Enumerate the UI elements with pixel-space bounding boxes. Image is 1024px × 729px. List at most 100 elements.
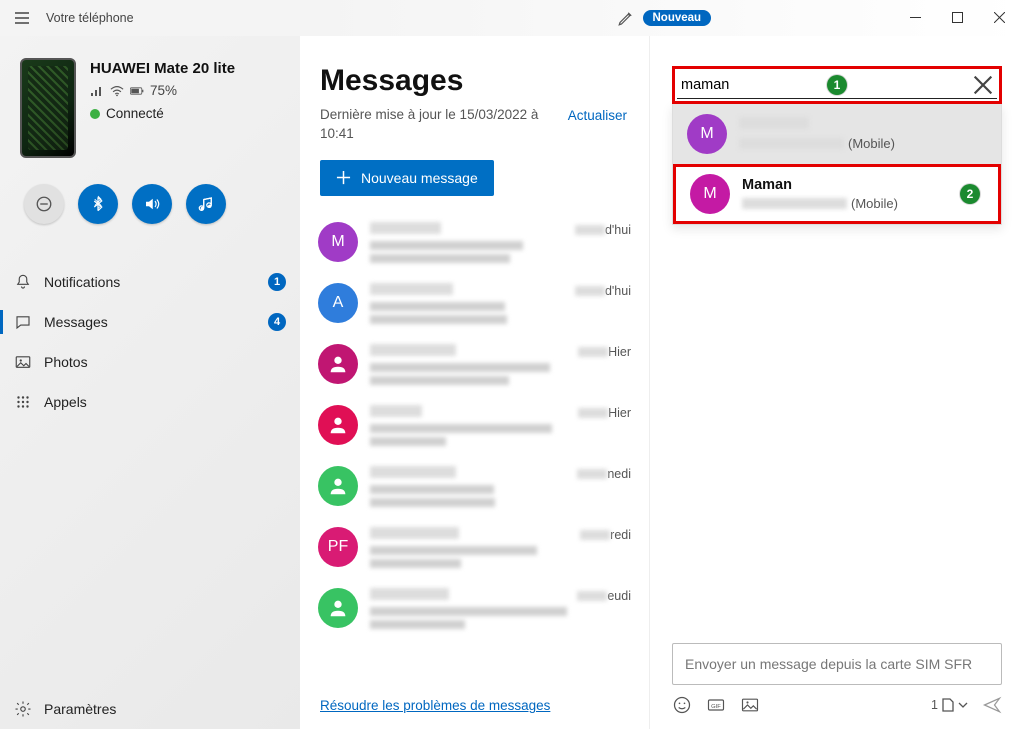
search-result[interactable]: MMaman (Mobile)2: [673, 164, 1001, 224]
status-dot-icon: [90, 109, 100, 119]
send-button[interactable]: [982, 695, 1002, 715]
search-box-highlight: 1: [672, 66, 1002, 104]
messages-panel: Messages Dernière mise à jour le 15/03/2…: [300, 36, 650, 729]
chevron-down-icon: [958, 700, 968, 710]
clear-search-button[interactable]: [973, 75, 993, 95]
avatar: [318, 588, 358, 628]
chat-icon: [14, 313, 32, 331]
sim-selector[interactable]: 1: [931, 697, 968, 713]
sidebar: HUAWEI Mate 20 lite 75% Connecté: [0, 36, 300, 729]
wifi-icon: [110, 85, 124, 97]
troubleshoot-link[interactable]: Résoudre les problèmes de messages: [320, 698, 550, 713]
menu-button[interactable]: [4, 0, 40, 36]
nav-calls[interactable]: Appels: [0, 382, 300, 422]
nav-photos[interactable]: Photos: [0, 342, 300, 382]
nav-settings[interactable]: Paramètres: [0, 689, 300, 729]
nav-messages[interactable]: Messages 4: [0, 302, 300, 342]
bell-icon: [14, 273, 32, 291]
result-name: [739, 117, 987, 133]
badge: 4: [268, 313, 286, 331]
battery-text: 75%: [150, 83, 177, 98]
dialpad-icon: [14, 393, 32, 411]
result-sub: (Mobile): [739, 136, 987, 151]
phone-name: HUAWEI Mate 20 lite: [90, 60, 235, 77]
phone-image: [20, 58, 76, 158]
contact-name-redacted: [370, 466, 456, 478]
search-results: M (Mobile)MMaman (Mobile)2: [672, 104, 1002, 225]
new-badge[interactable]: Nouveau: [643, 10, 712, 26]
status-text: Connecté: [106, 106, 164, 121]
message-preview-redacted: [370, 546, 537, 555]
maximize-button[interactable]: [936, 2, 978, 34]
message-time: nedi: [571, 467, 631, 481]
minimize-button[interactable]: [894, 2, 936, 34]
conversation-item[interactable]: Md'hui: [300, 212, 649, 273]
connection-status: Connecté: [90, 106, 235, 121]
badge: 1: [268, 273, 286, 291]
bluetooth-button[interactable]: [78, 184, 118, 224]
avatar: [318, 344, 358, 384]
conversation-item[interactable]: Ad'hui: [300, 273, 649, 334]
compose-placeholder: Envoyer un message depuis la carte SIM S…: [685, 656, 972, 672]
music-button[interactable]: [186, 184, 226, 224]
nav-list: Notifications 1 Messages 4 Photos Appels: [0, 262, 300, 422]
message-time: d'hui: [569, 223, 631, 237]
nav-label: Photos: [44, 354, 286, 370]
last-updated: Dernière mise à jour le 15/03/2022 à 10:…: [320, 106, 568, 144]
avatar: M: [687, 114, 727, 154]
message-preview-redacted: [370, 302, 505, 311]
contact-name-redacted: [370, 344, 456, 356]
sim-icon: [941, 697, 955, 713]
conversation-item[interactable]: nedi: [300, 456, 649, 517]
volume-button[interactable]: [132, 184, 172, 224]
conversation-item[interactable]: Hier: [300, 395, 649, 456]
nav-notifications[interactable]: Notifications 1: [0, 262, 300, 302]
plus-icon: [336, 170, 351, 185]
message-time: redi: [574, 528, 631, 542]
titlebar: Votre téléphone Nouveau: [0, 0, 1024, 36]
dnd-button[interactable]: [24, 184, 64, 224]
messages-title: Messages: [320, 64, 627, 98]
image-button[interactable]: [740, 695, 760, 715]
new-message-button[interactable]: Nouveau message: [320, 160, 494, 196]
avatar: [318, 466, 358, 506]
avatar: A: [318, 283, 358, 323]
annotation-badge-1: 1: [827, 75, 847, 95]
message-preview-redacted: [370, 363, 550, 372]
avatar: PF: [318, 527, 358, 567]
avatar: M: [690, 174, 730, 214]
gif-button[interactable]: GIF: [706, 695, 726, 715]
result-sub: (Mobile): [742, 196, 984, 211]
avatar: [318, 405, 358, 445]
photo-icon: [14, 353, 32, 371]
contact-name-redacted: [370, 405, 422, 417]
window-controls: [894, 2, 1020, 34]
contact-name-redacted: [370, 527, 459, 539]
refresh-link[interactable]: Actualiser: [568, 106, 627, 123]
contact-name-redacted: [370, 222, 441, 234]
app-title: Votre téléphone: [46, 11, 134, 25]
message-preview-redacted: [370, 241, 523, 250]
compose-panel: 1 M (Mobile)MMaman (Mobile)2 Envoyer un …: [650, 36, 1024, 729]
compose-input[interactable]: Envoyer un message depuis la carte SIM S…: [672, 643, 1002, 685]
conversation-item[interactable]: PF redi: [300, 517, 649, 578]
customize-icon[interactable]: [617, 9, 635, 27]
gear-icon: [14, 700, 32, 718]
close-button[interactable]: [978, 2, 1020, 34]
conversation-item[interactable]: Hier: [300, 334, 649, 395]
settings-label: Paramètres: [44, 701, 116, 717]
message-time: Hier: [572, 345, 631, 359]
contact-name-redacted: [370, 588, 449, 600]
signal-icon: [90, 85, 104, 97]
nav-label: Appels: [44, 394, 286, 410]
signal-row: 75%: [90, 83, 235, 98]
message-preview-redacted: [370, 607, 567, 616]
conversation-item[interactable]: eudi: [300, 578, 649, 639]
message-time: eudi: [571, 589, 631, 603]
battery-icon: [130, 85, 144, 97]
emoji-button[interactable]: [672, 695, 692, 715]
search-result[interactable]: M (Mobile): [673, 104, 1001, 164]
compose-toolbar: GIF 1: [672, 695, 1002, 715]
message-preview-redacted: [370, 485, 494, 494]
message-time: d'hui: [569, 284, 631, 298]
